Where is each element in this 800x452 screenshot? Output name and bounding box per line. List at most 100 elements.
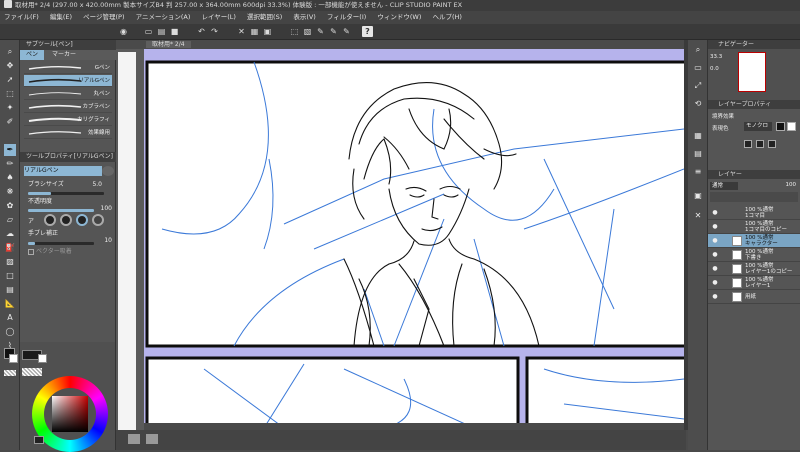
balloon-icon[interactable]: ◯ [4, 326, 16, 338]
layer-row[interactable]: ● 用紙 [708, 290, 800, 304]
frame-border-icon[interactable]: ▤ [4, 284, 16, 296]
gradient-icon[interactable]: ▨ [4, 256, 16, 268]
layer-option-icon[interactable] [768, 140, 776, 148]
layer-row[interactable]: ● 100 %通常 レイヤー1のコピー [708, 262, 800, 276]
brush-item[interactable]: 効果線用 [24, 127, 112, 139]
save-icon[interactable]: ■ [169, 26, 180, 37]
pen-icon[interactable]: ✒ [4, 144, 16, 156]
visibility-eye-icon[interactable]: ● [711, 237, 719, 245]
invert-selection-icon[interactable]: ▧ [302, 26, 313, 37]
layer-color-black[interactable] [776, 122, 785, 131]
layer-new-icon[interactable]: ▣ [692, 190, 704, 202]
canvas-tab[interactable]: 取材用* 2/4 [146, 41, 191, 48]
menu-layer[interactable]: レイヤー(L) [201, 13, 236, 21]
menu-animation[interactable]: アニメーション(A) [136, 13, 191, 21]
brush-item[interactable]: 丸ペン [24, 88, 112, 100]
auto-select-icon[interactable]: ✦ [4, 102, 16, 114]
selection-icon[interactable]: ⬚ [4, 88, 16, 100]
transparent-color-swatch[interactable] [4, 370, 16, 376]
stabilization-slider[interactable] [28, 242, 94, 245]
tool-settings-icon[interactable] [102, 166, 114, 176]
navigator-preview[interactable] [738, 52, 766, 92]
page-thumbnail-icon[interactable] [146, 434, 158, 444]
history-icon[interactable]: ≡ [692, 166, 704, 178]
menu-view[interactable]: 表示(V) [293, 13, 316, 21]
material-icon[interactable]: ▤ [692, 148, 704, 160]
layer-icon[interactable]: ▭ [692, 62, 704, 74]
layer-row[interactable]: ● 100 %通常 下書き [708, 248, 800, 262]
menu-page[interactable]: ページ管理(P) [83, 13, 124, 21]
visibility-eye-icon[interactable]: ● [711, 251, 719, 259]
snap-special-ruler-icon[interactable]: ✎ [328, 26, 339, 37]
decoration-icon[interactable]: ✿ [4, 200, 16, 212]
layer-color-white[interactable] [787, 122, 796, 131]
zoom-fit-icon[interactable]: ⤢ [692, 80, 704, 92]
layer-delete-icon[interactable]: ✕ [692, 210, 704, 222]
eraser-icon[interactable]: ▱ [4, 214, 16, 226]
sub-color-indicator[interactable] [38, 354, 47, 363]
layer-row[interactable]: ● 100 %通常 1コマ目 [708, 206, 800, 220]
tab-marker[interactable]: マーカー [46, 50, 82, 60]
snap-ruler-icon[interactable]: ✎ [315, 26, 326, 37]
eyedropper-icon[interactable]: ✐ [4, 116, 16, 128]
menu-window[interactable]: ウィンドウ(W) [377, 13, 421, 21]
visibility-eye-icon[interactable]: ● [711, 265, 719, 273]
color-mini-swatch[interactable] [34, 436, 44, 444]
layer-row[interactable]: ● 100 %通常 レイヤー1 [708, 276, 800, 290]
brush-item[interactable]: カブラペン [24, 101, 112, 113]
transparent-indicator[interactable] [22, 368, 42, 376]
property-icon[interactable]: ▦ [692, 130, 704, 142]
menu-file[interactable]: ファイル(F) [4, 13, 39, 21]
ruler-icon[interactable]: 📐 [4, 298, 16, 310]
layer-opacity-value[interactable]: 100 [768, 182, 797, 188]
stabilization-value[interactable]: 10 [94, 236, 112, 246]
opacity-value[interactable]: 100 [94, 204, 112, 214]
navigator-zoom[interactable]: 33.3 [710, 54, 730, 60]
zoom-icon[interactable]: ⌕ [4, 46, 16, 58]
blend-icon[interactable]: ☁ [4, 228, 16, 240]
layer-option-icon[interactable] [744, 140, 752, 148]
rotate-icon[interactable]: ⟲ [692, 98, 704, 110]
fill-bucket-icon[interactable]: ⛽ [4, 242, 16, 254]
new-file-icon[interactable]: ▭ [143, 26, 154, 37]
menu-help[interactable]: ヘルプ(H) [432, 13, 461, 21]
brush-item[interactable]: カリグラフィ [24, 114, 112, 126]
brush-size-value[interactable]: 5.0 [82, 180, 102, 190]
pencil-icon[interactable]: ✏ [4, 158, 16, 170]
redo-icon[interactable]: ↷ [209, 26, 220, 37]
airbrush-icon[interactable]: ❋ [4, 186, 16, 198]
layer-row[interactable]: ● 100 %通常 1コマ目のコピー [708, 220, 800, 234]
undo-icon[interactable]: ↶ [196, 26, 207, 37]
brush-size-slider[interactable] [28, 192, 104, 195]
saturation-value-square[interactable] [52, 396, 88, 432]
visibility-eye-icon[interactable]: ● [711, 293, 719, 301]
fill-icon[interactable]: ▦ [249, 26, 260, 37]
operation-icon[interactable]: ➚ [4, 74, 16, 86]
sub-color-swatch[interactable] [9, 354, 18, 363]
vector-snap-checkbox[interactable] [28, 249, 34, 255]
visibility-eye-icon[interactable]: ● [711, 279, 719, 287]
navigator-rotate[interactable]: 0.0 [710, 66, 730, 72]
brush-item[interactable]: Gペン [24, 62, 112, 74]
brush-item-active[interactable]: リアルGペン [24, 75, 112, 87]
clip-studio-icon[interactable]: ◉ [118, 26, 129, 37]
layer-row-selected[interactable]: ● 100 %通常 キャラクター [708, 234, 800, 248]
figure-icon[interactable]: □ [4, 270, 16, 282]
anti-alias-weak[interactable] [60, 214, 72, 226]
anti-alias-strong[interactable] [92, 214, 104, 226]
menu-edit[interactable]: 編集(E) [50, 13, 72, 21]
help-icon[interactable]: ? [362, 26, 373, 37]
tab-pen[interactable]: ペン [20, 50, 45, 60]
opacity-slider[interactable] [28, 209, 94, 212]
anti-alias-mid[interactable] [76, 214, 88, 226]
transform-icon[interactable]: ▣ [262, 26, 273, 37]
anti-alias-none[interactable] [44, 214, 56, 226]
blend-mode-select[interactable]: 通常 [710, 182, 738, 190]
visibility-eye-icon[interactable]: ● [711, 223, 719, 231]
page-thumbnail-icon[interactable] [128, 434, 140, 444]
menu-filter[interactable]: フィルター(I) [327, 13, 366, 21]
clear-icon[interactable]: ✕ [236, 26, 247, 37]
open-file-icon[interactable]: ▤ [156, 26, 167, 37]
visibility-eye-icon[interactable]: ● [711, 209, 719, 217]
deselect-icon[interactable]: ⬚ [289, 26, 300, 37]
